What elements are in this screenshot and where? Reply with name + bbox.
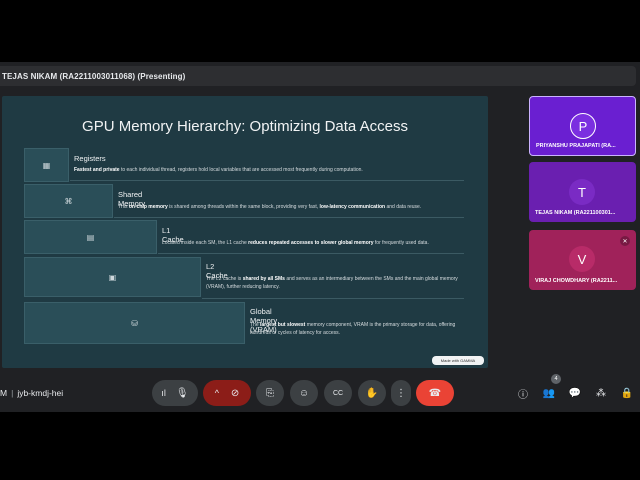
participant-tile[interactable]: ✕ V VIRAJ CHOWDHARY (RA2211... xyxy=(529,230,636,290)
end-call-icon: ☎ xyxy=(428,387,442,399)
chip-icon: ▣ xyxy=(108,272,117,282)
tier-heading: Registers xyxy=(74,154,106,163)
captions-icon: CC xyxy=(332,389,344,397)
mic-icon: 🎙 xyxy=(175,387,189,399)
hand-icon: ✋ xyxy=(365,387,379,399)
more-options-button[interactable]: ⋮ xyxy=(391,380,411,406)
tier-divider xyxy=(70,180,464,181)
tier-box: ⛁ xyxy=(24,302,245,344)
people-icon[interactable]: 👥 xyxy=(542,386,556,400)
tier-divider xyxy=(158,253,464,254)
separator: | xyxy=(11,388,14,398)
slide-title: GPU Memory Hierarchy: Optimizing Data Ac… xyxy=(82,118,408,135)
tier-box: ▤ xyxy=(24,220,157,254)
audio-wave-icon: ıl xyxy=(161,388,166,398)
made-with-badge[interactable]: Made with GAMMA xyxy=(432,356,484,365)
avatar: T xyxy=(569,179,595,205)
avatar: V xyxy=(569,246,595,272)
activities-icon[interactable]: ⁂ xyxy=(594,386,608,400)
shared-slide: GPU Memory Hierarchy: Optimizing Data Ac… xyxy=(2,96,488,368)
storage-icon: ⛁ xyxy=(131,318,138,328)
meet-stage: TEJAS NIKAM (RA2211003011068) (Presentin… xyxy=(0,62,640,412)
tier-desc: The L2 cache is shared by all SMs and se… xyxy=(206,276,458,290)
tier-box: ▣ xyxy=(24,257,201,297)
meeting-code-value: jyb-kmdj-hei xyxy=(17,388,64,398)
reactions-button[interactable]: ☺ xyxy=(290,380,318,406)
letterbox-top xyxy=(0,0,640,62)
chat-icon[interactable]: 💬 xyxy=(568,386,582,400)
participant-tile[interactable]: T TEJAS NIKAM (RA221100301... xyxy=(529,162,636,222)
present-button[interactable]: ⎘ xyxy=(256,380,284,406)
presenter-bar: TEJAS NIKAM (RA2211003011068) (Presentin… xyxy=(0,66,636,86)
video-toggle-button[interactable]: ^ ⊘ xyxy=(203,380,251,406)
host-controls-icon[interactable]: 🔒 xyxy=(620,386,634,400)
mic-off-icon: ✕ xyxy=(620,236,630,246)
meeting-code: M | jyb-kmdj-hei xyxy=(0,388,63,398)
leave-call-button[interactable]: ☎ xyxy=(416,380,454,406)
presenter-label: TEJAS NIKAM (RA2211003011068) (Presentin… xyxy=(2,71,186,81)
tier-desc: The largest but slowest memory component… xyxy=(250,322,456,336)
captions-button[interactable]: CC xyxy=(324,380,352,406)
present-screen-icon: ⎘ xyxy=(266,387,274,399)
grid-icon: ▦ xyxy=(42,160,51,170)
network-icon: ⌘ xyxy=(64,196,73,206)
avatar: P xyxy=(570,113,596,139)
tier-box: ▦ xyxy=(24,148,69,182)
layers-icon: ▤ xyxy=(86,232,95,242)
letterbox-bottom xyxy=(0,412,640,480)
meeting-toolbar: M|jyb-kmdj-hei ıl 🎙 ^ ⊘ ⎘ ☺ CC ✋ ⋮ ☎ ⓘ xyxy=(0,374,640,412)
tier-divider xyxy=(202,298,464,299)
participant-name: VIRAJ CHOWDHARY (RA2211... xyxy=(535,278,618,284)
emoji-icon: ☺ xyxy=(298,387,310,399)
tier-desc: Located inside each SM, the L1 cache red… xyxy=(162,240,429,246)
tier-divider xyxy=(114,217,464,218)
more-vert-icon: ⋮ xyxy=(396,387,406,399)
meeting-code-prefix: M xyxy=(0,388,8,398)
camera-off-icon: ⊘ xyxy=(230,387,240,399)
tier-box: ⌘ xyxy=(24,184,113,218)
info-icon[interactable]: ⓘ xyxy=(516,386,530,401)
participant-name: PRIYANSHU PRAJAPATI (RA... xyxy=(536,143,616,149)
raise-hand-button[interactable]: ✋ xyxy=(358,380,386,406)
participant-tile[interactable]: P PRIYANSHU PRAJAPATI (RA... xyxy=(529,96,636,156)
chevron-up-icon: ^ xyxy=(214,388,219,398)
participant-name: TEJAS NIKAM (RA221100301... xyxy=(535,210,616,216)
tier-desc: Fastest and private to each individual t… xyxy=(74,167,363,173)
audio-settings-button[interactable]: ıl 🎙 xyxy=(152,380,198,406)
people-count-badge: 4 xyxy=(551,374,561,384)
tier-desc: This on-chip memory is shared among thre… xyxy=(118,204,422,210)
